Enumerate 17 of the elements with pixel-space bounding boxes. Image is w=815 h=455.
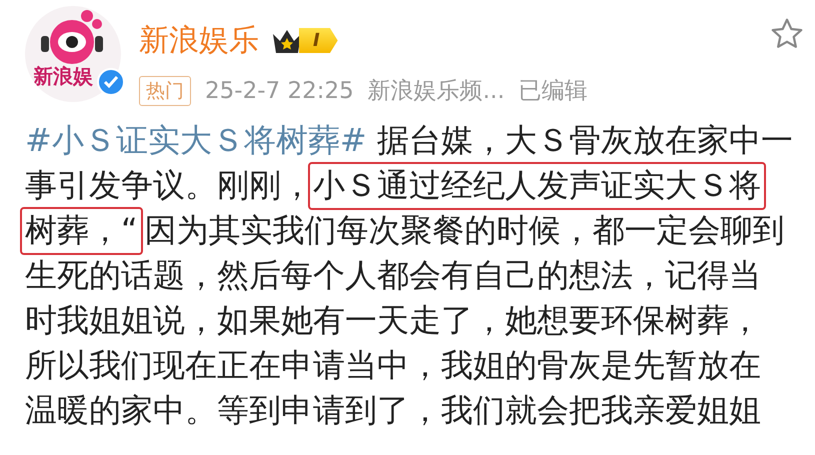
level-badge: I [299, 28, 338, 53]
highlighted-text: 树葬，“ [20, 206, 143, 254]
post-time: 25-2-7 22:25 [205, 78, 354, 104]
author-name[interactable]: 新浪娱乐 [139, 20, 259, 61]
avatar-label: 新浪娱 [33, 63, 93, 90]
edited-label: 已编辑 [518, 77, 588, 106]
post-source[interactable]: 新浪娱乐频... [368, 75, 505, 106]
post-text: 生死的话题，然后每个人都会有自己的想法，记得当 [25, 254, 761, 296]
post-text: 时我姐姐说，如果她有一天走了，她想要环保树葬， [25, 300, 761, 340]
hot-tag: 热门 [139, 76, 191, 106]
highlighted-text: 小Ｓ通过经纪人发声证实大Ｓ将 [308, 162, 766, 210]
hashtag-link[interactable]: #小Ｓ证实大Ｓ将树葬# [25, 118, 367, 162]
post-text: 据台媒，大Ｓ骨灰放在家中一 [376, 120, 793, 160]
post-text: 温暖的家中。等到申请到了，我们就会把我亲爱姐姐 [25, 390, 761, 430]
post-text: 所以我们现在正在申请当中，我姐的骨灰是先暂放在 [25, 344, 761, 386]
avatar[interactable]: 新浪娱 [25, 6, 121, 102]
post-text: 因为其实我们每次聚餐的时候，都一定会聊到 [144, 210, 785, 250]
